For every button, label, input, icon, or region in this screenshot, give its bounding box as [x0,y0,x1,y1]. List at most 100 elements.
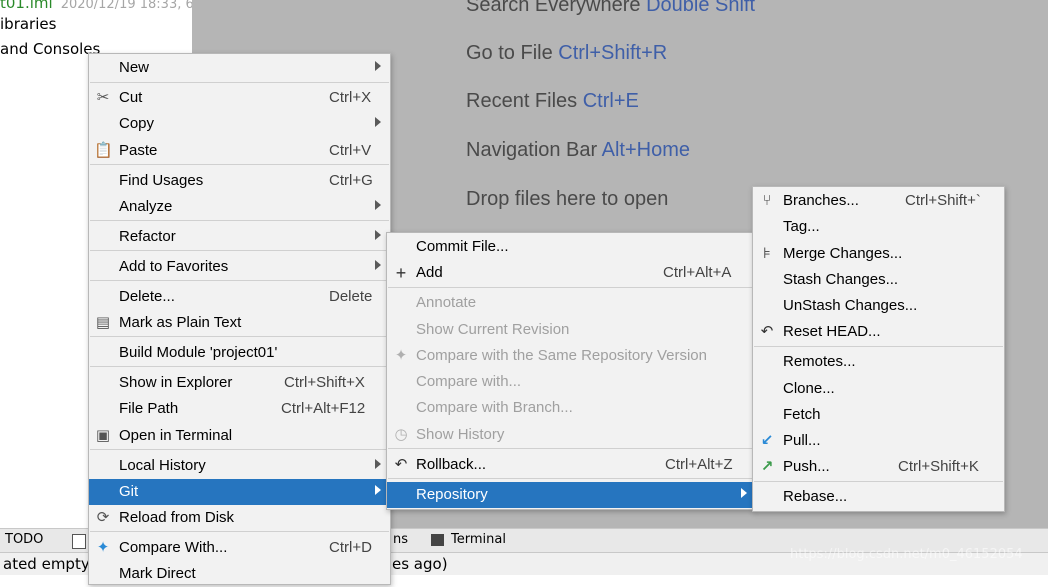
menu-item-label: Repository [416,486,488,503]
menu-item-label: Rebase... [783,488,848,505]
menu-item-local-history[interactable]: Local History [89,453,390,479]
menu-item-analyze[interactable]: Analyze [89,194,390,220]
menu-item-git[interactable]: Git [89,479,390,505]
menu-item-new[interactable]: New [89,55,390,81]
menu-item-build-module[interactable]: Build Module 'project01' [89,340,390,366]
menu-separator [90,220,389,221]
menu-item-stash-changes[interactable]: Stash Changes... [753,267,1004,293]
menu-item-label: Commit File... [416,238,509,255]
menu-separator [90,82,389,83]
menu-item-mark-directory[interactable]: Mark Direct [89,561,390,587]
menu-item-compare-with[interactable]: Compare with... [387,369,753,395]
menu-item-label: Merge Changes... [783,245,903,262]
menu-item-label: Compare with the Same Repository Version [416,347,707,364]
hint-text: Recent Files [466,90,583,112]
menu-item-repository[interactable]: Repository [387,482,753,508]
git-submenu: Commit File... + Add Ctrl+Alt+A Annotate S… [386,232,754,510]
menu-separator [90,336,389,337]
terminal-icon [431,534,444,546]
menu-item-delete[interactable]: Delete... Delete [89,284,390,310]
menu-item-add-to-favorites[interactable]: Add to Favorites [89,254,390,280]
menu-separator [388,287,752,288]
menu-item-remotes[interactable]: Remotes... [753,349,1004,375]
menu-item-merge-changes[interactable]: ⊧ Merge Changes... [753,241,1004,267]
hint-key: Ctrl+Shift+R [558,42,668,64]
menu-item-reset-head[interactable]: ↶ Reset HEAD... [753,319,1004,345]
tree-item-iml[interactable]: t01.iml 2020/12/19 18:33, 64 [0,0,202,12]
todo-tab[interactable]: TODO [5,532,43,547]
menu-item-reload-from-disk[interactable]: ⟳ Reload from Disk [89,505,390,531]
menu-item-pull[interactable]: ↙ Pull... [753,428,1004,454]
menu-item-cut[interactable]: ✂ Cut Ctrl+X [89,85,390,111]
menu-item-tag[interactable]: Tag... [753,214,1004,240]
menu-item-fetch[interactable]: Fetch [753,402,1004,428]
menu-item-label: Add [416,264,443,281]
hint-text: Navigation Bar [466,139,602,161]
menu-item-clone[interactable]: Clone... [753,376,1004,402]
menu-item-label: Rollback... [416,456,487,473]
push-arrow-icon: ↗ [760,458,774,475]
menu-item-commit-file[interactable]: Commit File... [387,234,753,260]
menu-item-show-current-revision[interactable]: Show Current Revision [387,317,753,343]
menu-item-push[interactable]: ↗ Push... Ctrl+Shift+K [753,454,1004,480]
menu-item-file-path[interactable]: File Path Ctrl+Alt+F12 [89,396,390,422]
menu-separator [90,250,389,251]
menu-separator [388,478,752,479]
menu-separator [90,280,389,281]
menu-item-label: Compare with... [416,373,522,390]
menu-item-shortcut: Ctrl+Alt+Z [665,456,733,473]
menu-item-compare-with-branch[interactable]: Compare with Branch... [387,395,753,421]
menu-item-rollback[interactable]: ↶ Rollback... Ctrl+Alt+Z [387,452,753,478]
submenu-arrow-icon [375,459,381,469]
hint-key: Alt+Home [601,139,691,161]
compare-icon: ✦ [394,347,408,364]
menu-item-label: Refactor [119,228,176,245]
menu-item-label: Copy [119,115,155,132]
menu-item-paste[interactable]: 📋 Paste Ctrl+V [89,138,390,164]
menu-item-shortcut: Ctrl+Shift+` [905,192,981,209]
terminal-tab[interactable]: Terminal [451,532,506,547]
menu-item-add[interactable]: + Add Ctrl+Alt+A [387,260,753,286]
status-message-tail: es ago) [392,555,448,573]
menu-item-shortcut: Ctrl+Shift+X [284,374,365,391]
reload-icon: ⟳ [96,509,110,526]
menu-item-label: Show in Explorer [119,374,233,391]
menu-item-unstash-changes[interactable]: UnStash Changes... [753,293,1004,319]
tree-item-iml-meta: 2020/12/19 18:33, 64 [60,0,203,12]
menu-item-open-in-terminal[interactable]: ▣ Open in Terminal [89,423,390,449]
menu-item-annotate[interactable]: Annotate [387,290,753,316]
menu-item-show-in-explorer[interactable]: Show in Explorer Ctrl+Shift+X [89,370,390,396]
menu-item-compare-same-repo[interactable]: ✦ Compare with the Same Repository Versio… [387,343,753,369]
tree-item-scratches[interactable]: and Consoles [0,40,100,58]
menu-item-label: Git [119,483,139,500]
menu-item-label: Show History [416,426,505,443]
menu-item-shortcut: Ctrl+Alt+F12 [281,400,366,417]
tab-partial[interactable]: ns [393,532,408,547]
menu-item-mark-plain-text[interactable]: ▤ Mark as Plain Text [89,310,390,336]
menu-item-label: Mark as Plain Text [119,314,242,331]
menu-item-label: Remotes... [783,353,856,370]
menu-item-refactor[interactable]: Refactor [89,224,390,250]
menu-item-copy[interactable]: Copy [89,111,390,137]
menu-item-label: Branches... [783,192,859,209]
submenu-arrow-icon [375,117,381,127]
menu-item-branches[interactable]: ⑂ Branches... Ctrl+Shift+` [753,188,1004,214]
pull-arrow-icon: ↙ [760,432,774,449]
menu-item-rebase[interactable]: Rebase... [753,484,1004,510]
menu-item-shortcut: Ctrl+D [329,539,372,556]
clipboard-icon: 📋 [94,142,113,159]
hint-search-everywhere: Search Everywhere Double Shift [466,0,755,17]
menu-item-compare-with[interactable]: ✦ Compare With... Ctrl+D [89,535,390,561]
menu-item-label: Stash Changes... [783,271,899,288]
menu-separator [90,531,389,532]
menu-item-label: New [119,59,150,76]
terminal-icon: ▣ [95,427,111,444]
menu-item-find-usages[interactable]: Find Usages Ctrl+G [89,168,390,194]
tree-item-libraries[interactable]: ibraries [0,15,56,33]
merge-icon: ⊧ [763,245,771,262]
menu-item-label: Cut [119,89,143,106]
menu-item-shortcut: Ctrl+Alt+A [663,264,732,281]
menu-item-show-history[interactable]: ◷ Show History [387,422,753,448]
menu-item-shortcut: Delete [329,288,373,305]
hint-text: Search Everywhere [466,0,647,16]
